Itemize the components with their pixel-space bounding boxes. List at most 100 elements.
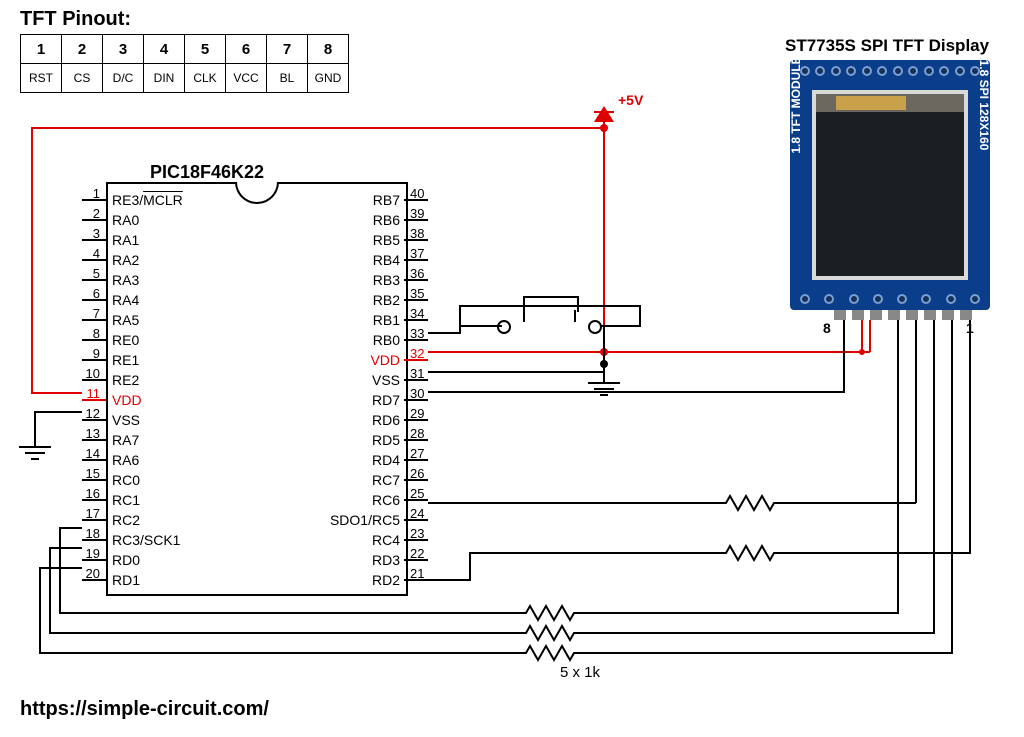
pin-label: RB5	[373, 230, 400, 250]
pin-number: 14	[80, 444, 100, 464]
pin-number: 25	[410, 484, 430, 504]
vcc-label: +5V	[618, 92, 643, 108]
tft-display-title: ST7735S SPI TFT Display	[785, 36, 989, 56]
pin-number: 26	[410, 464, 430, 484]
tft-side-label-left: 1.8 TFT MODULE	[789, 25, 803, 185]
pin-label: RC2	[112, 510, 140, 530]
pin-label: RD3	[372, 550, 400, 570]
pin-number: 2	[80, 204, 100, 224]
tft-pin-num: 8	[308, 35, 349, 64]
pin-number: 23	[410, 524, 430, 544]
pin-label: RA7	[112, 430, 139, 450]
pin-label: RB2	[373, 290, 400, 310]
pin-number: 40	[410, 184, 430, 204]
push-button-icon	[497, 290, 602, 340]
pin-label: RB3	[373, 270, 400, 290]
pin-label: RB0	[373, 330, 400, 350]
footer-url: https://simple-circuit.com/	[20, 698, 269, 721]
tft-pin-num: 1	[21, 35, 62, 64]
pin-label: RA6	[112, 450, 139, 470]
pin-number: 39	[410, 204, 430, 224]
pin-number: 13	[80, 424, 100, 444]
pin-number: 7	[80, 304, 100, 324]
pin-label: RD5	[372, 430, 400, 450]
pin-label: RC1	[112, 490, 140, 510]
pin-number: 12	[80, 404, 100, 424]
pin-label: RA2	[112, 250, 139, 270]
tft-pinout-title: TFT Pinout:	[20, 8, 131, 31]
pin-label: VDD	[112, 390, 142, 410]
pin-number: 5	[80, 264, 100, 284]
pin-label: RE3/MCLR	[112, 190, 183, 210]
tft-pin-name: RST	[21, 64, 62, 93]
pin-number: 29	[410, 404, 430, 424]
pin-label: RD2	[372, 570, 400, 590]
pin-number: 1	[80, 184, 100, 204]
pin-label: RE1	[112, 350, 139, 370]
resistor-icon	[520, 624, 580, 642]
pin-number: 27	[410, 444, 430, 464]
pin-label: SDO1/RC5	[330, 510, 400, 530]
tft-pin-name: CLK	[185, 64, 226, 93]
pin-number: 30	[410, 384, 430, 404]
pin-number: 10	[80, 364, 100, 384]
pin-label: RC3/SCK1	[112, 530, 180, 550]
pin-number: 35	[410, 284, 430, 304]
pin-label: RD1	[112, 570, 140, 590]
pin-label: RD0	[112, 550, 140, 570]
pin-number: 17	[80, 504, 100, 524]
pin-label: RA1	[112, 230, 139, 250]
pin-label: VSS	[372, 370, 400, 390]
pin-label: VDD	[370, 350, 400, 370]
tft-pinout-table: 1 2 3 4 5 6 7 8 RST CS D/C DIN CLK VCC B…	[20, 34, 349, 93]
pin-number: 16	[80, 484, 100, 504]
tft-pin-name: CS	[62, 64, 103, 93]
pin-number: 8	[80, 324, 100, 344]
vcc-arrow-icon	[594, 106, 614, 122]
pin-label: VSS	[112, 410, 140, 430]
pin-number: 31	[410, 364, 430, 384]
pin-number: 24	[410, 504, 430, 524]
pin-label: RA0	[112, 210, 139, 230]
pin-number: 3	[80, 224, 100, 244]
tft-pin-num: 7	[267, 35, 308, 64]
tft-pin-name: BL	[267, 64, 308, 93]
pin-number: 22	[410, 544, 430, 564]
tft-pin-num: 4	[144, 35, 185, 64]
pin-number: 21	[410, 564, 430, 584]
pin-number: 38	[410, 224, 430, 244]
pin-number: 9	[80, 344, 100, 364]
tft-pin-name: GND	[308, 64, 349, 93]
resistor-icon	[520, 604, 580, 622]
tft-side-label-right: 1.8 SPI 128X160	[977, 25, 991, 185]
pin-number: 36	[410, 264, 430, 284]
pin-label: RC6	[372, 490, 400, 510]
tft-pin-num: 6	[226, 35, 267, 64]
pin-label: RA3	[112, 270, 139, 290]
pin-label: RC4	[372, 530, 400, 550]
mcu-name-label: PIC18F46K22	[150, 162, 264, 183]
resistor-icon	[720, 544, 780, 562]
pin-number: 6	[80, 284, 100, 304]
pin-number: 33	[410, 324, 430, 344]
pin-number: 18	[80, 524, 100, 544]
pin-label: RB7	[373, 190, 400, 210]
pin-number: 19	[80, 544, 100, 564]
tft-module-icon: 1.8 TFT MODULE 1.8 SPI 128X160	[790, 60, 990, 310]
pin-number: 20	[80, 564, 100, 584]
pin-label: RB1	[373, 310, 400, 330]
pin-number: 15	[80, 464, 100, 484]
pin-label: RD7	[372, 390, 400, 410]
mcu-notch-icon	[235, 182, 279, 204]
tft-pin8-label: 8	[823, 320, 831, 336]
pin-number: 37	[410, 244, 430, 264]
tft-pin-name: DIN	[144, 64, 185, 93]
pin-label: RC0	[112, 470, 140, 490]
pin-label: RB4	[373, 250, 400, 270]
pin-number: 28	[410, 424, 430, 444]
pin-label: RE0	[112, 330, 139, 350]
pin-label: RA4	[112, 290, 139, 310]
pin-label: RA5	[112, 310, 139, 330]
pin-number: 32	[410, 344, 430, 364]
pin-label: RD6	[372, 410, 400, 430]
